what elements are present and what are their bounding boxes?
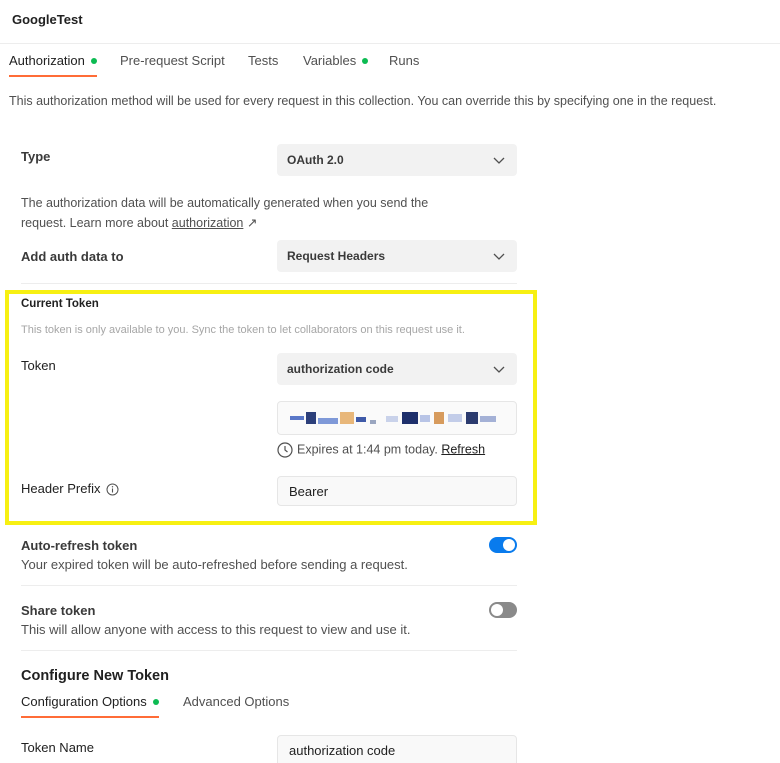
- configure-token-title: Configure New Token: [21, 668, 169, 684]
- tab-configuration-options[interactable]: Configuration Options: [21, 694, 159, 718]
- auth-type-value: OAuth 2.0: [287, 153, 344, 167]
- status-dot-icon: [152, 698, 159, 705]
- divider: [21, 283, 517, 284]
- tab-advanced-options[interactable]: Advanced Options: [183, 694, 289, 718]
- current-token-title: Current Token: [21, 298, 99, 310]
- clock-icon: [277, 442, 293, 458]
- collection-tabs: Authorization Pre-request Script Tests V…: [0, 45, 780, 77]
- auth-type-select[interactable]: OAuth 2.0: [277, 144, 517, 176]
- tab-label: Pre-request Script: [120, 53, 225, 68]
- add-auth-value: Request Headers: [287, 249, 386, 263]
- add-auth-label: Add auth data to: [21, 249, 124, 264]
- tab-label: Advanced Options: [183, 694, 290, 709]
- auth-info-text: The authorization data will be automatic…: [21, 193, 461, 233]
- auto-refresh-title: Auto-refresh token: [21, 538, 138, 553]
- chevron-down-icon: [493, 157, 505, 164]
- title-bar: GoogleTest: [0, 0, 780, 44]
- chevron-down-icon: [493, 366, 505, 373]
- type-label: Type: [21, 149, 51, 164]
- tab-variables[interactable]: Variables: [303, 53, 369, 77]
- chevron-down-icon: [493, 253, 505, 260]
- tab-pre-request-script[interactable]: Pre-request Script: [120, 53, 225, 77]
- tab-authorization[interactable]: Authorization: [9, 53, 97, 77]
- token-expiry: Expires at 1:44 pm today. Refresh: [277, 442, 485, 458]
- header-prefix-label: Header Prefix: [21, 481, 119, 496]
- tab-label: Tests: [248, 53, 279, 68]
- header-prefix-input[interactable]: Bearer: [277, 476, 517, 506]
- tab-label: Runs: [389, 53, 420, 68]
- divider: [21, 585, 517, 586]
- token-label: Token: [21, 358, 56, 373]
- share-token-title: Share token: [21, 603, 96, 618]
- token-select[interactable]: authorization code: [277, 353, 517, 385]
- add-auth-select[interactable]: Request Headers: [277, 240, 517, 272]
- authorization-link[interactable]: authorization: [172, 216, 244, 230]
- tab-runs[interactable]: Runs: [389, 53, 419, 77]
- status-dot-icon: [362, 57, 369, 64]
- tab-label: Configuration Options: [21, 694, 147, 709]
- auto-refresh-desc: Your expired token will be auto-refreshe…: [21, 557, 408, 572]
- tab-tests[interactable]: Tests: [248, 53, 278, 77]
- share-token-desc: This will allow anyone with access to th…: [21, 622, 411, 637]
- redacted-token-image: [290, 412, 496, 424]
- token-name-input[interactable]: authorization code: [277, 735, 517, 763]
- toggle-knob: [491, 604, 503, 616]
- auto-refresh-toggle[interactable]: [489, 537, 517, 553]
- header-prefix-text: Header Prefix: [21, 481, 101, 496]
- share-token-toggle[interactable]: [489, 602, 517, 618]
- expires-text: Expires at 1:44 pm today.: [297, 442, 438, 457]
- auth-description: This authorization method will be used f…: [9, 94, 717, 108]
- access-token-field[interactable]: [277, 401, 517, 435]
- token-name-label: Token Name: [21, 740, 94, 755]
- token-name-value: authorization code: [289, 743, 396, 758]
- refresh-link[interactable]: Refresh: [441, 442, 485, 456]
- tab-label: Authorization: [9, 53, 85, 68]
- tab-label: Variables: [303, 53, 357, 68]
- external-link-icon: ↗: [246, 216, 258, 230]
- status-dot-icon: [90, 57, 97, 64]
- collection-name[interactable]: GoogleTest: [12, 12, 83, 27]
- info-icon[interactable]: [106, 483, 119, 496]
- divider: [21, 650, 517, 651]
- header-prefix-value: Bearer: [289, 484, 329, 499]
- token-select-value: authorization code: [287, 362, 394, 376]
- toggle-knob: [503, 539, 515, 551]
- current-token-note: This token is only available to you. Syn…: [21, 324, 465, 336]
